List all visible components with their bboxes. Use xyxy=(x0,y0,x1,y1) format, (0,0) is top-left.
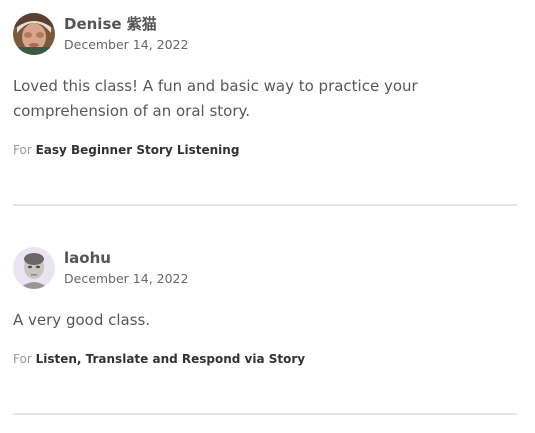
review-divider xyxy=(13,413,517,415)
course-reference: For Listen, Translate and Respond via St… xyxy=(13,351,517,367)
review-header: Denise 紫猫 December 14, 2022 xyxy=(13,13,517,55)
review-header: laohu December 14, 2022 xyxy=(13,247,517,289)
avatar[interactable] xyxy=(13,13,55,55)
course-reference: For Easy Beginner Story Listening xyxy=(13,142,517,158)
review-comment: A very good class. xyxy=(13,311,151,329)
course-link[interactable]: Listen, Translate and Respond via Story xyxy=(36,352,306,366)
course-link[interactable]: Easy Beginner Story Listening xyxy=(36,143,240,157)
review-divider xyxy=(13,204,517,206)
review-date: December 14, 2022 xyxy=(64,271,189,286)
review-date: December 14, 2022 xyxy=(64,37,189,52)
review-comment: Loved this class! A fun and basic way to… xyxy=(13,77,418,120)
author-name: laohu xyxy=(64,249,111,267)
avatar[interactable] xyxy=(13,247,55,289)
avatar-photo xyxy=(13,247,55,289)
avatar-photo xyxy=(13,13,55,55)
for-label: For xyxy=(13,143,32,157)
review-item: Denise 紫猫 December 14, 2022 Loved this c… xyxy=(13,13,517,158)
for-label: For xyxy=(13,352,32,366)
author-name: Denise 紫猫 xyxy=(64,15,157,33)
review-item: laohu December 14, 2022 A very good clas… xyxy=(13,247,517,367)
